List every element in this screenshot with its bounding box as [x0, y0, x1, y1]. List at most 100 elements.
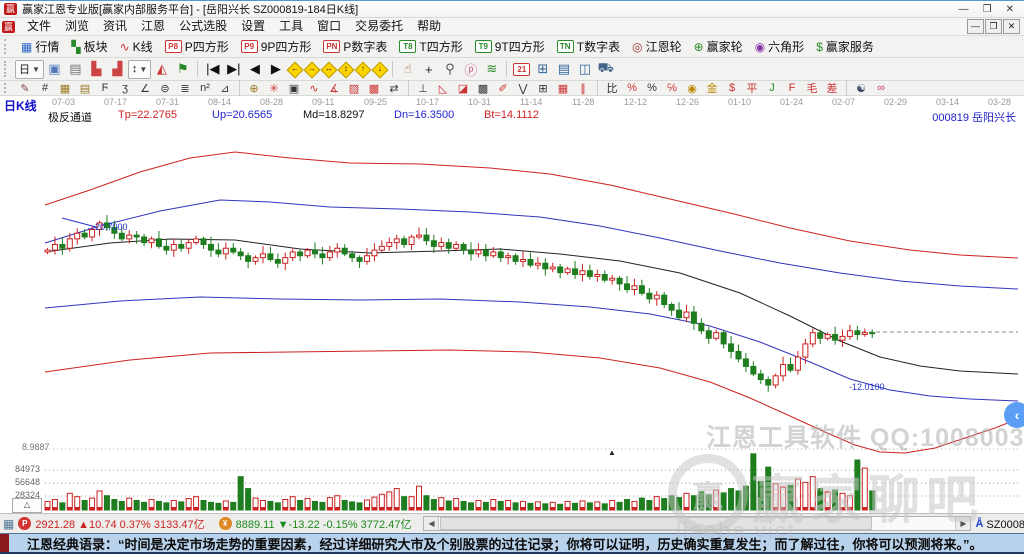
table2-icon[interactable]: ▦ [553, 81, 573, 96]
pencil2-icon[interactable]: ✐ [493, 81, 513, 96]
gann-box-icon[interactable]: ▣ [284, 81, 304, 96]
j-tool-icon[interactable]: J [762, 81, 782, 96]
n2-icon[interactable]: n² [195, 81, 215, 96]
zigzag-icon[interactable]: ⋁ [513, 81, 533, 96]
care-of-icon[interactable]: ℅ [662, 81, 682, 96]
gann-square-icon[interactable]: ▦ [55, 81, 75, 96]
menu-item-3[interactable]: 江恩 [134, 18, 172, 35]
t-square-button[interactable]: T8 T四方形 [393, 36, 468, 57]
side-panel-toggle-button[interactable]: ‹ [1004, 402, 1024, 428]
menu-item-8[interactable]: 交易委托 [348, 18, 410, 35]
set-square-icon[interactable]: ⊿ [215, 81, 235, 96]
winner-service-button[interactable]: $ 赢家服务 [810, 36, 880, 57]
digamma-icon[interactable]: Ϝ [95, 81, 115, 96]
diamond-up-icon[interactable]: ↑ [354, 61, 372, 78]
fan-shade-icon[interactable]: ◺ [433, 81, 453, 96]
winner-wheel-button[interactable]: ⊕ 赢家轮 [688, 36, 749, 57]
window-icon[interactable]: ▣ [44, 60, 65, 79]
percent-icon[interactable]: % [642, 81, 662, 96]
menu-item-0[interactable]: 文件 [20, 18, 58, 35]
p9-square-button[interactable]: P9 9P四方形 [235, 36, 318, 57]
dense-grid-icon[interactable]: ▩ [473, 81, 493, 96]
zoom-icon[interactable]: ⚲ [439, 60, 460, 79]
p-square-button[interactable]: P8 P四方形 [159, 36, 235, 57]
truck-icon[interactable]: ⛟ [595, 60, 616, 79]
diamond-h-expand-icon[interactable]: ↔ [320, 61, 338, 78]
hexagon-button[interactable]: ◉ 六角形 [749, 36, 811, 57]
arrows-lr-icon[interactable]: ⇄ [384, 81, 404, 96]
clipboard-icon[interactable]: ▤ [65, 60, 86, 79]
gann-wheel-button[interactable]: ◎ 江恩轮 [626, 36, 688, 57]
mdi-close-button[interactable]: ✕ [1003, 19, 1020, 34]
notes-icon[interactable]: ▤ [553, 60, 574, 79]
wave-icon[interactable]: ∿ [304, 81, 324, 96]
arc-circle-icon[interactable]: ⊜ [155, 81, 175, 96]
chart-bars-icon[interactable]: ▙ [86, 60, 107, 79]
percent-red-icon[interactable]: % [622, 81, 642, 96]
market-button[interactable]: ▦ 行情 [15, 36, 65, 57]
gann-square2-icon[interactable]: ▤ [75, 81, 95, 96]
level-icon[interactable]: 平 [742, 81, 762, 96]
calculator-icon[interactable]: ⊞ [532, 60, 553, 79]
kline-button[interactable]: ∿ K线 [114, 36, 159, 57]
diamond-left-icon[interactable]: ← [286, 61, 304, 78]
maximize-button[interactable]: ❐ [983, 4, 992, 15]
menu-item-7[interactable]: 窗口 [310, 18, 348, 35]
burst-icon[interactable]: ✳ [264, 81, 284, 96]
menu-item-5[interactable]: 设置 [234, 18, 272, 35]
menu-item-6[interactable]: 工具 [272, 18, 310, 35]
prev-bar-icon[interactable]: ◀ [244, 60, 265, 79]
slider-select[interactable]: ↕ ▼ [127, 59, 152, 79]
ratio-icon[interactable]: 比 [602, 81, 622, 96]
menu-item-4[interactable]: 公式选股 [172, 18, 234, 35]
wolf-icon[interactable]: ◭ [151, 60, 172, 79]
quote-grid-icon[interactable]: ▦ [3, 517, 14, 531]
money-icon[interactable]: $ [722, 81, 742, 96]
diamond-down-icon[interactable]: ↓ [371, 61, 389, 78]
calendar-icon[interactable]: 21 [511, 60, 532, 79]
compass-icon[interactable]: ⊕ [244, 81, 264, 96]
gold-icon[interactable]: 金 [702, 81, 722, 96]
t9-square-button[interactable]: T9 9T四方形 [469, 36, 551, 57]
ruler-icon[interactable]: ≣ [175, 81, 195, 96]
minimize-button[interactable]: — [959, 4, 969, 15]
hand-icon[interactable]: ☝ [397, 60, 418, 79]
t-square-tool-icon[interactable]: ⊥ [413, 81, 433, 96]
shade-box-icon[interactable]: ▨ [344, 81, 364, 96]
trend-lines-icon[interactable]: ≋ [481, 60, 502, 79]
gann-fan-icon[interactable]: ∡ [324, 81, 344, 96]
period-day-select[interactable]: 日 ▼ [15, 59, 44, 79]
last-bar-icon[interactable]: ▶| [223, 60, 244, 79]
diamond-right-icon[interactable]: → [303, 61, 321, 78]
corner-box-icon[interactable]: ◪ [453, 81, 473, 96]
strike1-icon[interactable]: 毛 [802, 81, 822, 96]
scroll-left-icon[interactable]: ◀ [424, 517, 440, 530]
strike2-icon[interactable]: 差 [822, 81, 842, 96]
table-icon[interactable]: ⊞ [533, 81, 553, 96]
menu-item-1[interactable]: 浏览 [58, 18, 96, 35]
angle-icon[interactable]: ∠ [135, 81, 155, 96]
f-tool-icon[interactable]: F [782, 81, 802, 96]
slant-lines-icon[interactable]: ∥ [573, 81, 593, 96]
grid-box-icon[interactable]: ▩ [364, 81, 384, 96]
close-button[interactable]: ✕ [1006, 4, 1014, 15]
diamond-v-expand-icon[interactable]: ↕ [337, 61, 355, 78]
chart-bars2-icon[interactable]: ▟ [107, 60, 128, 79]
chart-area[interactable]: 日K线 07-03 07-17 07-31 08-14 08-28 09-11 09-25 1… [0, 96, 1024, 543]
spiral-icon[interactable]: ʒ [115, 81, 135, 96]
pig-icon[interactable]: ⓟ [460, 60, 481, 79]
t-number-button[interactable]: TN T数字表 [551, 36, 626, 57]
sector-button[interactable]: ▚ 板块 [65, 36, 113, 57]
taichi-icon[interactable]: ☯ [851, 81, 871, 96]
mdi-restore-button[interactable]: ❐ [985, 19, 1002, 34]
pen-icon[interactable]: ✎ [15, 81, 35, 96]
save-icon[interactable]: ◫ [574, 60, 595, 79]
crosshair-icon[interactable]: + [418, 60, 439, 79]
mdi-minimize-button[interactable]: — [967, 19, 984, 34]
infinity-icon[interactable]: ∞ [871, 81, 891, 96]
hatch-icon[interactable]: # [35, 81, 55, 96]
next-bar-icon[interactable]: ▶ [265, 60, 286, 79]
volume-expand-button[interactable]: △ [12, 498, 42, 513]
flag-icon[interactable]: ⚑ [172, 60, 193, 79]
first-bar-icon[interactable]: |◀ [202, 60, 223, 79]
